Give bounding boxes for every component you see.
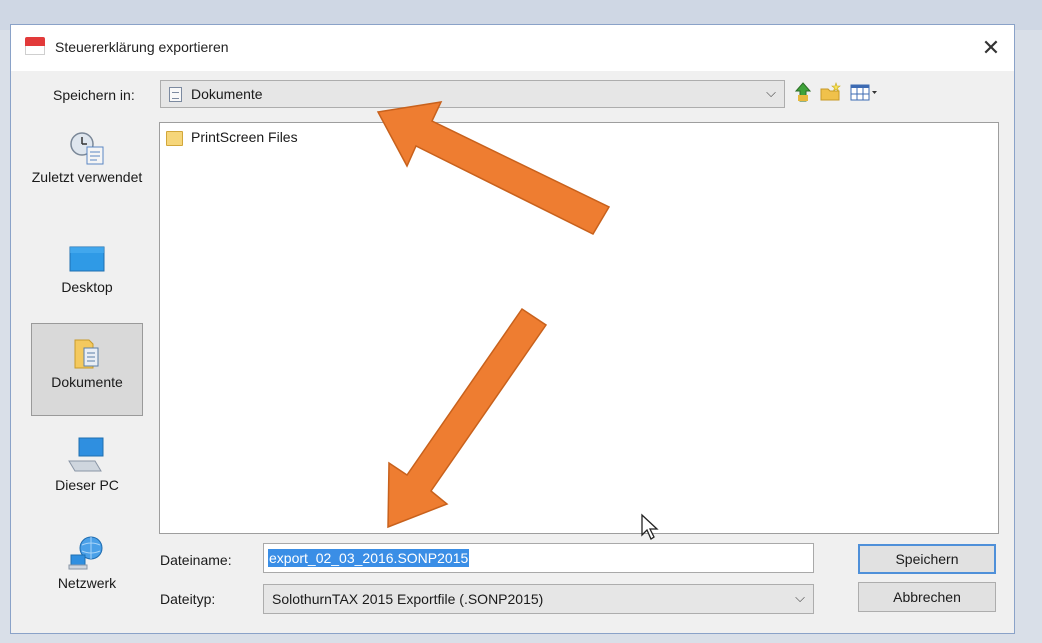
app-icon <box>25 37 45 55</box>
place-label: Dieser PC <box>55 477 119 493</box>
view-menu-icon[interactable] <box>849 81 883 105</box>
title-bar: Steuererklärung exportieren ✕ <box>11 25 1014 71</box>
chevron-down-icon[interactable]: ⌵ <box>795 590 805 606</box>
place-this-pc[interactable]: Dieser PC <box>31 425 143 515</box>
recent-icon <box>67 131 107 167</box>
filename-value: export_02_03_2016.SONP2015 <box>268 549 470 567</box>
up-folder-icon[interactable] <box>793 81 813 105</box>
place-label: Desktop <box>61 279 113 295</box>
save-in-value: Dokumente <box>191 86 263 102</box>
close-button[interactable]: ✕ <box>968 25 1014 71</box>
save-in-label: Speichern in: <box>53 87 135 103</box>
place-recent[interactable]: Zuletzt verwendet <box>31 125 143 220</box>
save-in-dropdown[interactable]: Dokumente ⌵ <box>160 80 785 108</box>
folder-icon <box>166 130 183 146</box>
places-bar: Zuletzt verwendet Desktop Dokumente Dies… <box>23 120 148 625</box>
place-documents[interactable]: Dokumente <box>31 323 143 416</box>
file-list[interactable]: PrintScreen Files <box>159 122 999 534</box>
mouse-cursor-icon <box>641 513 659 540</box>
place-label: Dokumente <box>51 374 123 390</box>
filetype-value: SolothurnTAX 2015 Exportfile (.SONP2015) <box>272 591 544 607</box>
list-item[interactable]: PrintScreen Files <box>166 129 298 146</box>
filename-input[interactable]: export_02_03_2016.SONP2015 <box>263 543 814 573</box>
dialog-title: Steuererklärung exportieren <box>55 39 229 55</box>
desktop-icon <box>67 245 107 277</box>
place-network[interactable]: Netzwerk <box>31 525 143 615</box>
place-desktop[interactable]: Desktop <box>31 237 143 317</box>
save-button[interactable]: Speichern <box>858 544 996 574</box>
computer-icon <box>65 435 109 475</box>
filetype-dropdown[interactable]: SolothurnTAX 2015 Exportfile (.SONP2015)… <box>263 584 814 614</box>
save-dialog: Steuererklärung exportieren ✕ Speichern … <box>10 24 1015 634</box>
place-label: Zuletzt verwendet <box>31 169 143 185</box>
file-name: PrintScreen Files <box>191 129 298 145</box>
cancel-button[interactable]: Abbrechen <box>858 582 996 612</box>
filename-label: Dateiname: <box>160 552 232 568</box>
network-icon <box>65 533 109 573</box>
new-folder-icon[interactable] <box>819 81 843 105</box>
documents-icon <box>67 336 107 372</box>
place-label: Netzwerk <box>57 575 117 591</box>
document-icon <box>169 87 182 102</box>
filetype-label: Dateityp: <box>160 591 216 607</box>
chevron-down-icon[interactable]: ⌵ <box>766 85 776 101</box>
